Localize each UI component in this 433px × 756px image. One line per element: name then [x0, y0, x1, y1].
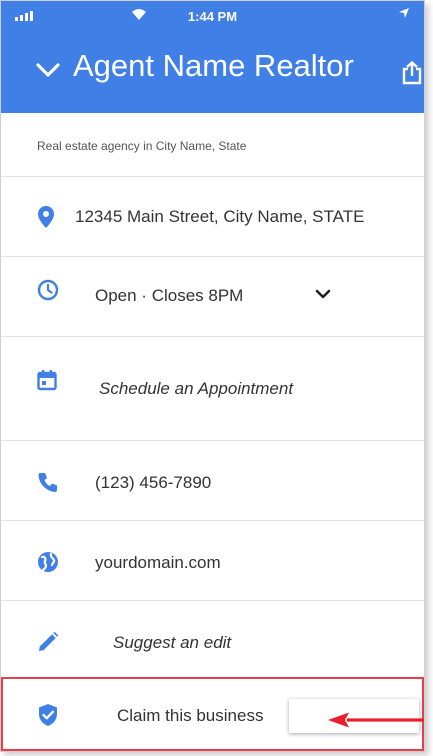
status-time: 1:44 PM — [187, 9, 238, 24]
hours-text: Open · Closes 8PM — [95, 286, 244, 305]
phone-icon — [37, 471, 59, 498]
location-arrow-icon — [398, 7, 410, 22]
phone-row[interactable]: (123) 456-7890 — [1, 441, 424, 521]
shield-check-icon — [37, 703, 59, 732]
globe-icon — [37, 551, 59, 578]
claim-business-link[interactable]: Claim this business — [117, 706, 263, 726]
clock-icon — [37, 279, 59, 306]
arrow-left-icon — [327, 711, 424, 734]
appointment-link[interactable]: Schedule an Appointment — [99, 379, 293, 399]
app-bar: Agent Name Realtor — [1, 33, 424, 113]
chevron-down-icon[interactable] — [35, 61, 61, 84]
page-title: Agent Name Realtor — [73, 48, 354, 83]
suggest-edit-row[interactable]: Suggest an edit — [1, 601, 424, 681]
appointment-row[interactable]: Schedule an Appointment — [1, 337, 424, 441]
address-text: 12345 Main Street, City Name, STATE — [75, 207, 365, 226]
website-row[interactable]: yourdomain.com — [1, 521, 424, 601]
location-pin-icon — [37, 205, 55, 234]
suggest-edit-link[interactable]: Suggest an edit — [113, 633, 231, 653]
hours-row[interactable]: Open · Closes 8PM — [1, 257, 424, 337]
category-row: Real estate agency in City Name, State — [1, 113, 424, 177]
pencil-icon — [37, 631, 59, 658]
chevron-down-icon[interactable] — [315, 287, 331, 305]
address-row[interactable]: 12345 Main Street, City Name, STATE — [1, 177, 424, 257]
calendar-icon — [37, 369, 57, 396]
phone-number[interactable]: (123) 456-7890 — [95, 473, 211, 493]
share-icon[interactable] — [401, 60, 423, 90]
status-bar: 1:44 PM — [1, 1, 424, 33]
website-link[interactable]: yourdomain.com — [95, 553, 221, 573]
business-category: Real estate agency in City Name, State — [37, 139, 247, 153]
phone-screen: 1:44 PM Agent Name Realtor Real estate a… — [0, 0, 425, 752]
